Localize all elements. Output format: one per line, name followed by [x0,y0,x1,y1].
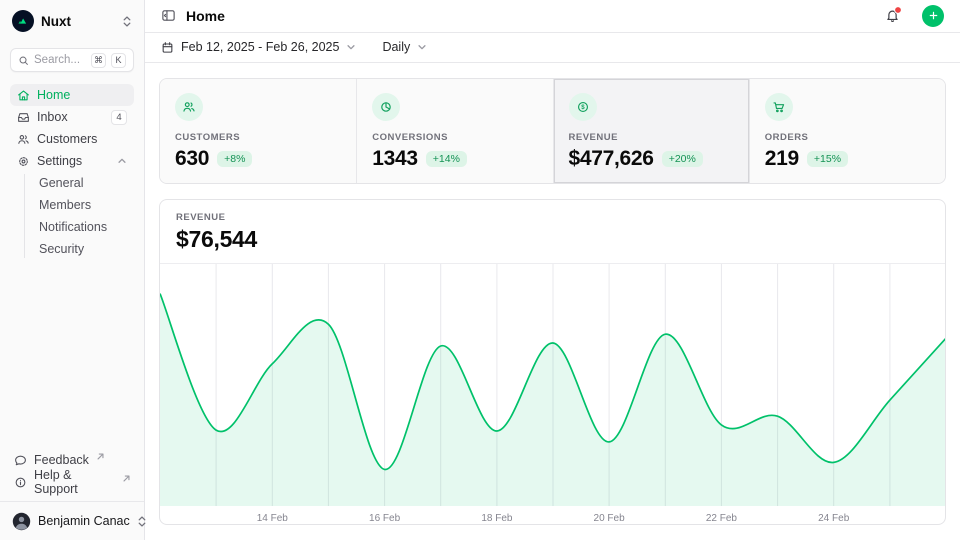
workspace-name: Nuxt [41,14,115,29]
sidebar-footer: Feedback Help & Support Benjamin [10,449,134,534]
nav-rail [24,174,25,258]
stat-value: $477,626 [569,147,654,171]
gear-icon [17,155,30,168]
info-icon [14,476,27,489]
stat-delta-badge: +14% [426,151,467,167]
search-box[interactable]: ⌘ K [10,48,134,72]
user-name: Benjamin Canac [38,514,130,528]
inbox-icon [17,111,30,124]
stat-label: CUSTOMERS [175,132,341,143]
settings-children: General Members Notifications Security [10,172,134,260]
sidebar-item-label: Notifications [39,220,107,234]
x-axis-tick-label: 14 Feb [257,513,289,524]
revenue-area-chart[interactable]: 14 Feb 16 Feb 18 Feb 20 Feb 22 Feb 24 Feb [160,264,946,525]
home-icon [17,89,30,102]
add-button[interactable] [922,5,944,27]
chevron-down-icon [417,42,427,52]
sidebar-item-settings[interactable]: Settings [10,150,134,172]
stat-label: CONVERSIONS [372,132,537,143]
sidebar-item-members[interactable]: Members [35,194,134,216]
sidebar-item-security[interactable]: Security [35,238,134,260]
sidebar-item-general[interactable]: General [35,172,134,194]
customers-icon [17,133,30,146]
kbd-cmd: ⌘ [91,53,106,68]
footer-item-label: Help & Support [34,468,115,496]
chevron-up-icon [117,156,127,166]
workspace-selector[interactable]: Nuxt [10,8,134,34]
sidebar-item-home[interactable]: Home [10,84,134,106]
plus-icon [928,10,939,21]
external-link-icon [97,453,104,460]
revenue-chart-card: REVENUE $76,544 14 Feb 16 Feb 18 Feb 20 Feb… [159,199,946,525]
sidebar-item-label: Inbox [37,110,104,124]
granularity-select[interactable]: Daily [382,40,427,54]
sidebar-item-label: Security [39,242,84,256]
granularity-label: Daily [382,40,410,54]
chart-header: REVENUE $76,544 [160,200,945,264]
date-range-label: Feb 12, 2025 - Feb 26, 2025 [181,40,339,54]
stat-value: 630 [175,147,209,171]
user-menu[interactable]: Benjamin Canac [10,508,134,534]
sidebar-item-customers[interactable]: Customers [10,128,134,150]
stat-value: 219 [765,147,799,171]
x-axis-tick-label: 22 Feb [706,513,738,524]
stat-value: 1343 [372,147,418,171]
kbd-k: K [111,53,126,68]
chart-metric-value: $76,544 [176,226,929,253]
sidebar-item-label: General [39,176,83,190]
sidebar-item-label: Home [37,88,127,102]
notification-dot [894,6,902,14]
x-axis-tick-label: 16 Feb [369,513,401,524]
search-input[interactable] [34,54,86,66]
stat-card-orders[interactable]: ORDERS 219 +15% [749,79,945,183]
sidebar: Nuxt ⌘ K Home Inbo [0,0,145,540]
x-axis-tick-label: 24 Feb [818,513,850,524]
calendar-icon [161,41,174,54]
nuxt-logo-icon [12,10,34,32]
page-title: Home [186,8,875,24]
svg-text:$: $ [581,104,585,111]
stat-delta-badge: +8% [217,151,252,167]
stat-label: ORDERS [765,132,930,143]
dollar-circle-icon: $ [569,93,597,121]
search-icon [18,55,29,66]
external-link-icon [123,475,130,482]
top-header: Home [145,0,960,33]
sidebar-item-label: Members [39,198,91,212]
chat-bubble-icon [14,454,27,467]
stat-delta-badge: +15% [807,151,848,167]
divider [0,501,144,502]
sidebar-item-label: Customers [37,132,127,146]
sidebar-nav: Home Inbox 4 Customers Settings [10,84,134,260]
app-root: Nuxt ⌘ K Home Inbo [0,0,960,540]
stat-card-customers[interactable]: CUSTOMERS 630 +8% [160,79,356,183]
sidebar-collapse-button[interactable] [161,8,176,23]
chart-metric-label: REVENUE [176,212,929,223]
main-area: Home Feb 12, 2025 - Feb 26, 2025 Daily [145,0,960,540]
avatar [12,512,31,531]
sidebar-item-notifications[interactable]: Notifications [35,216,134,238]
filters-toolbar: Feb 12, 2025 - Feb 26, 2025 Daily [145,33,960,63]
stat-card-conversions[interactable]: CONVERSIONS 1343 +14% [356,79,552,183]
sidebar-item-label: Settings [37,154,110,168]
select-chevrons-icon [137,515,147,528]
pie-chart-icon [372,93,400,121]
notifications-bell-button[interactable] [885,8,900,23]
x-axis-tick-label: 20 Feb [594,513,626,524]
select-chevrons-icon [122,15,132,28]
footer-item-label: Feedback [34,453,89,467]
stats-row: CUSTOMERS 630 +8% CONVERSIONS 1343 +14% [159,78,946,184]
date-range-picker[interactable]: Feb 12, 2025 - Feb 26, 2025 [161,40,356,54]
help-support-link[interactable]: Help & Support [10,471,134,493]
dashboard-content: CUSTOMERS 630 +8% CONVERSIONS 1343 +14% [145,63,960,540]
users-icon [175,93,203,121]
stat-card-revenue[interactable]: $ REVENUE $477,626 +20% [553,79,749,183]
inbox-count-badge: 4 [111,110,127,125]
sidebar-item-inbox[interactable]: Inbox 4 [10,106,134,128]
stat-label: REVENUE [569,132,734,143]
x-axis-tick-label: 18 Feb [481,513,513,524]
chevron-down-icon [346,42,356,52]
cart-icon [765,93,793,121]
stat-delta-badge: +20% [662,151,703,167]
